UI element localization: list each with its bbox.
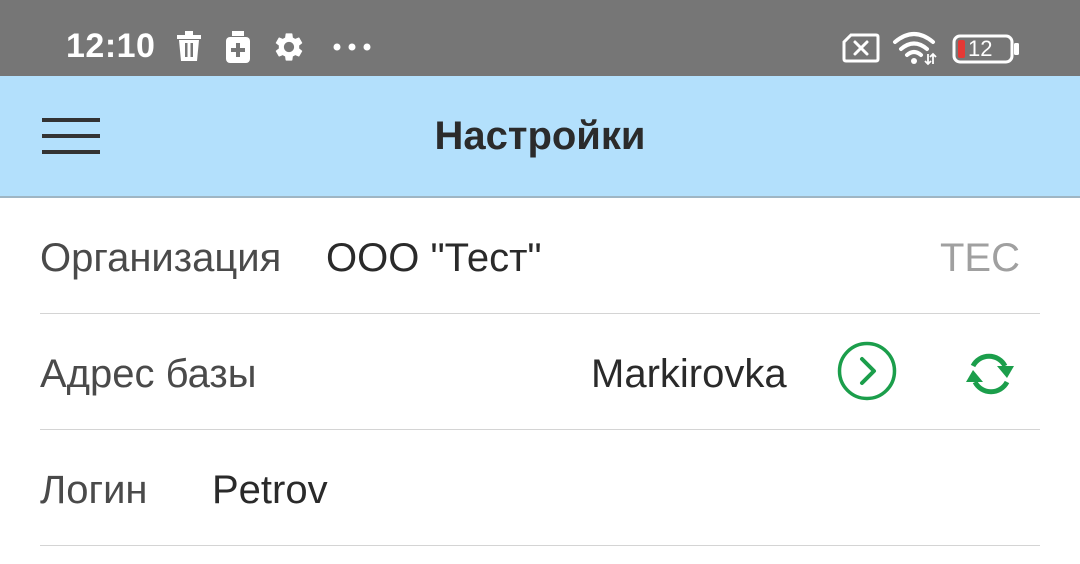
gear-icon [275, 33, 303, 61]
login-label: Логин [40, 468, 148, 512]
status-time: 12:10 [66, 27, 156, 65]
db-address-value: Markirovka [591, 352, 787, 396]
db-address-row: Адрес базы Markirovka [40, 314, 1040, 430]
battery-icon: 12 [952, 34, 1022, 64]
page-title: Настройки [434, 114, 646, 158]
wifi-icon [893, 32, 937, 66]
more-dots-icon [333, 43, 371, 51]
status-bar: 12:10 12 [0, 0, 1080, 76]
sim-x-icon [842, 33, 880, 63]
organization-value: ООО "Тест" [326, 236, 542, 280]
organization-code: TEC [940, 236, 1020, 280]
battery-level: 12 [968, 36, 993, 61]
trash-icon [177, 31, 201, 61]
app-bar: Настройки [0, 76, 1080, 198]
login-value: Petrov [212, 468, 328, 512]
chevron-right-circle-icon[interactable] [836, 340, 898, 402]
organization-label: Организация [40, 236, 282, 280]
medical-kit-icon [226, 31, 250, 63]
organization-row[interactable]: Организация ООО "Тест" TEC [40, 198, 1040, 314]
sync-icon[interactable] [962, 348, 1018, 400]
login-row[interactable]: Логин Petrov [40, 430, 1040, 546]
db-address-label: Адрес базы [40, 352, 257, 396]
